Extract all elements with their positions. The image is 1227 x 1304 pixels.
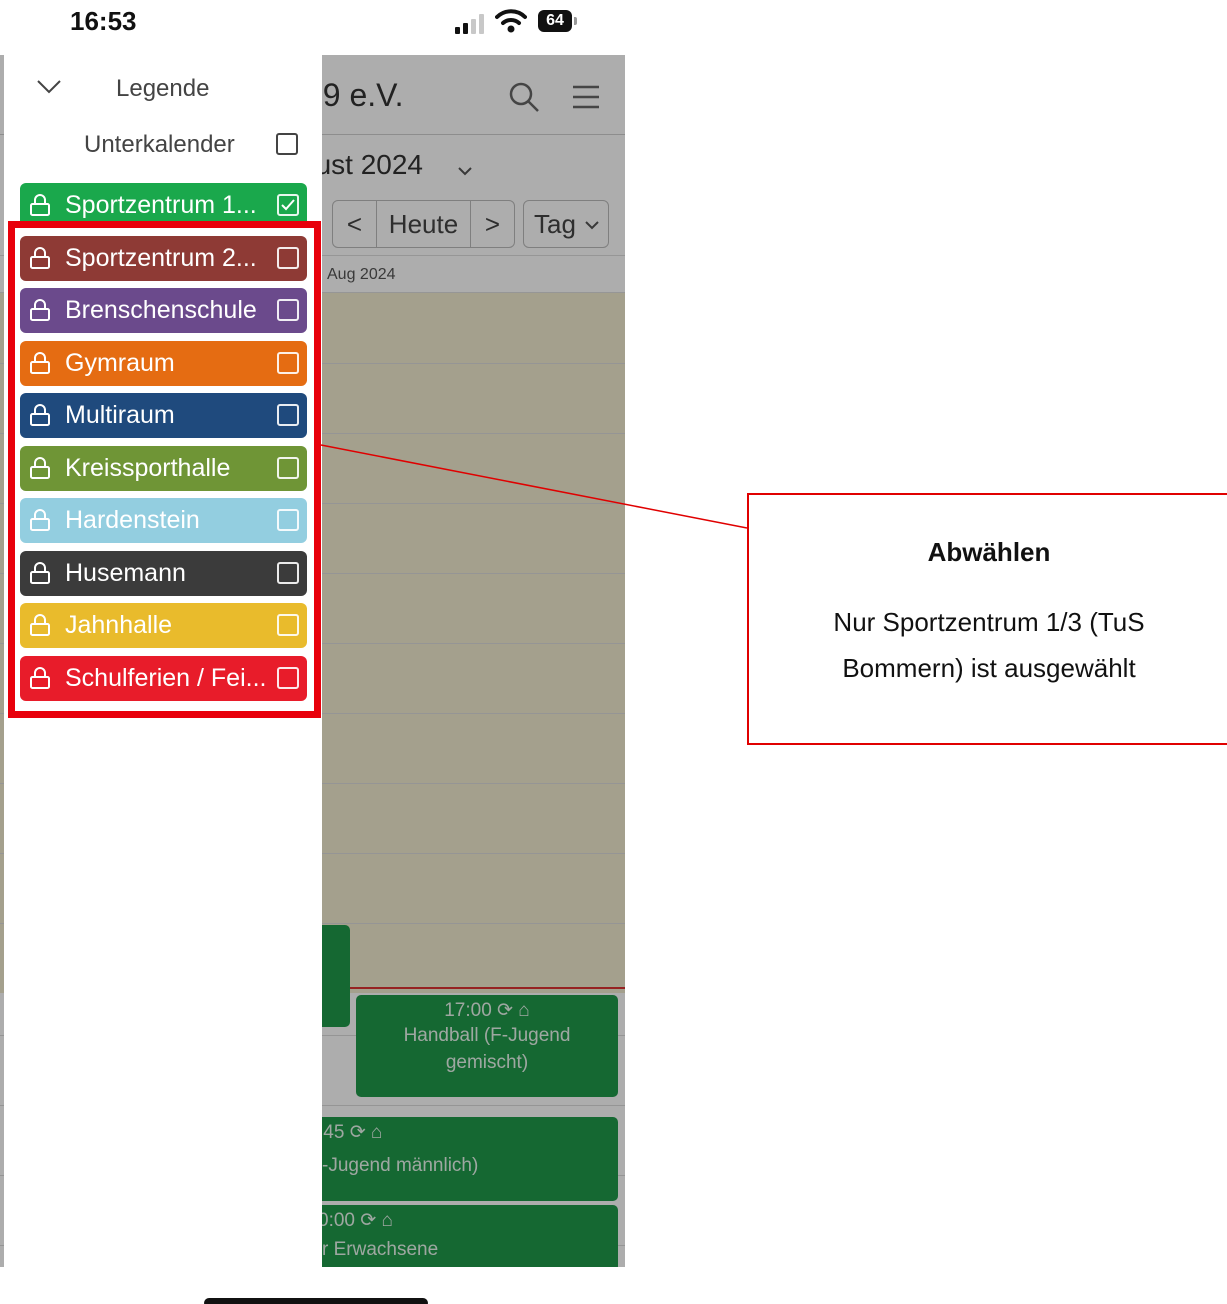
signal-icon: [455, 12, 485, 34]
sub-calendar-checkbox[interactable]: [276, 133, 298, 155]
legend-item-checkbox[interactable]: [277, 194, 299, 216]
sub-calendar-row[interactable]: Unterkalender: [4, 127, 322, 167]
home-indicator[interactable]: [204, 1298, 428, 1304]
legend-item-label: Sportzentrum 1...: [65, 191, 257, 219]
annotation-callout: Abwählen Nur Sportzentrum 1/3 (TuS Bomme…: [747, 493, 1227, 745]
checkmark-icon: [281, 199, 295, 211]
legend-header[interactable]: Legende: [4, 55, 322, 115]
chevron-down-icon[interactable]: [36, 73, 62, 99]
annotation-text: Nur Sportzentrum 1/3 (TuS Bommern) ist a…: [833, 607, 1145, 683]
battery-icon: 64: [538, 10, 577, 32]
highlight-box: [8, 221, 321, 718]
status-time: 16:53: [70, 6, 137, 36]
legend-title: Legende: [116, 75, 210, 102]
sub-calendar-label: Unterkalender: [84, 131, 235, 158]
status-icons: 64: [455, 8, 585, 36]
lock-icon: [30, 194, 50, 216]
annotation-title: Abwählen: [927, 537, 1051, 567]
wifi-icon: [495, 9, 527, 33]
